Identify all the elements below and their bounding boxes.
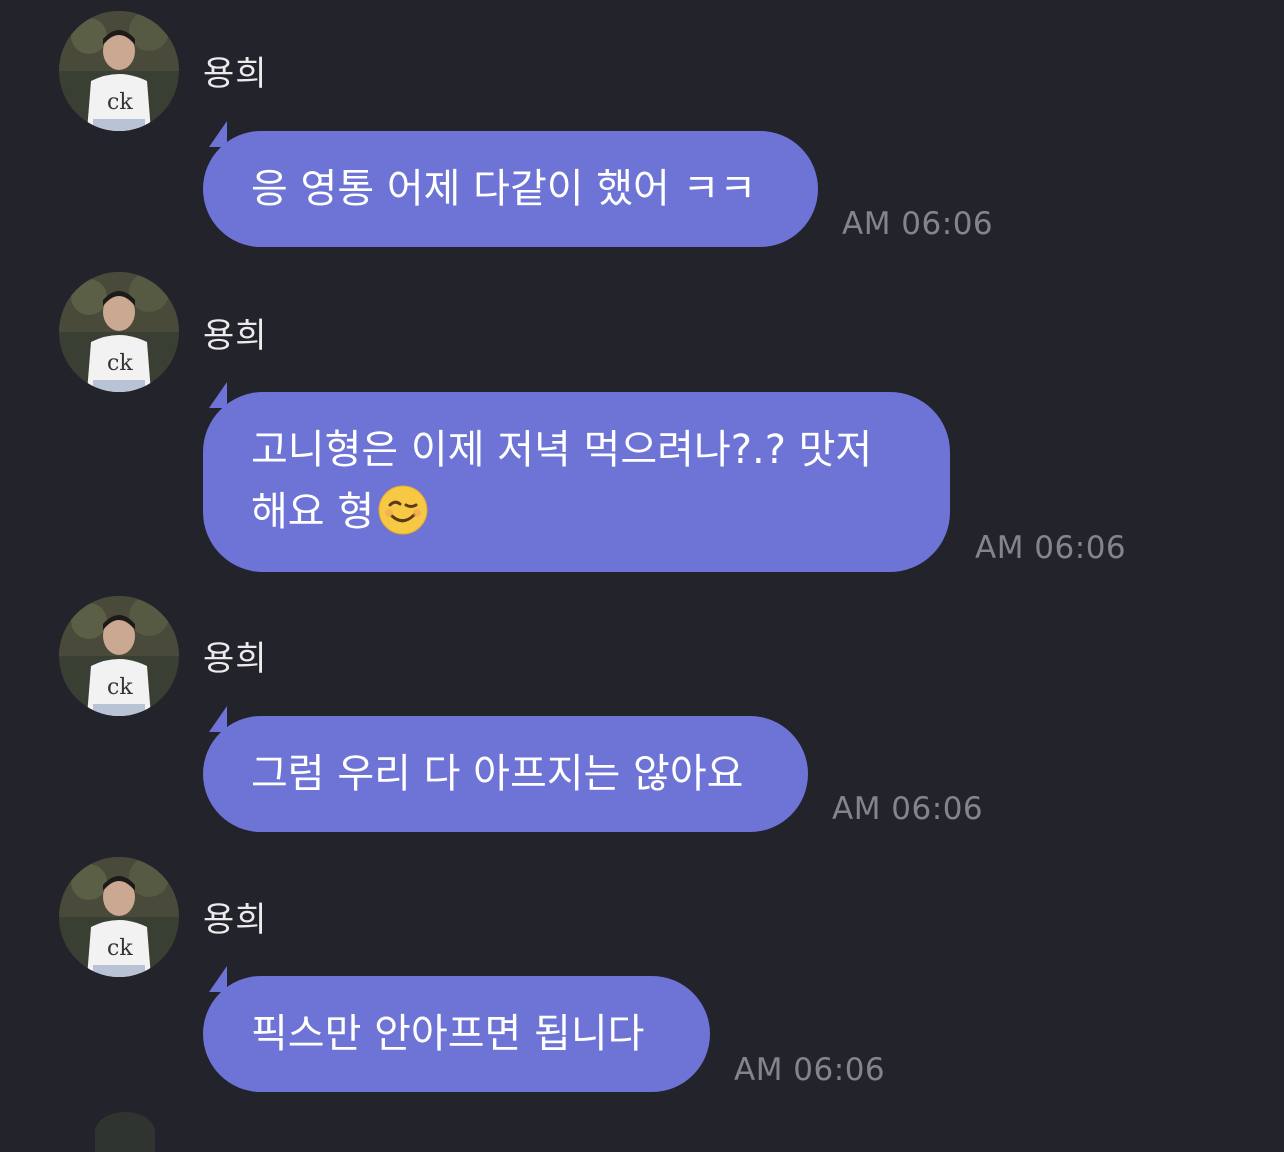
avatar[interactable]: ck: [59, 11, 179, 131]
svg-text:ck: ck: [107, 936, 133, 961]
message-text: 응 영통 어제 다같이 했어 ㅋㅋ: [251, 166, 757, 212]
avatar[interactable]: ck: [59, 272, 179, 392]
message-bubble[interactable]: 그럼 우리 다 아프지는 않아요: [203, 716, 808, 832]
message-bubble[interactable]: 픽스만 안아프면 됩니다: [203, 976, 710, 1092]
avatar[interactable]: [95, 1112, 155, 1152]
svg-text:ck: ck: [107, 90, 133, 115]
avatar[interactable]: ck: [59, 596, 179, 716]
svg-text:ck: ck: [107, 351, 133, 376]
avatar[interactable]: ck: [59, 857, 179, 977]
message-text-line: 고니형은 이제 저녁 먹으려나?.? 맛저: [251, 427, 873, 473]
message-timestamp: AM 06:06: [975, 530, 1127, 566]
sender-name: 용희: [203, 639, 268, 679]
message-bubble[interactable]: 응 영통 어제 다같이 했어 ㅋㅋ: [203, 131, 818, 247]
message-text: 그럼 우리 다 아프지는 않아요: [251, 751, 744, 797]
message-bubble[interactable]: 고니형은 이제 저녁 먹으려나?.? 맛저 해요 형: [203, 392, 950, 572]
message-timestamp: AM 06:06: [832, 791, 984, 827]
sender-name: 용희: [203, 900, 268, 940]
winking-face-emoji-icon: [378, 485, 428, 535]
message-text: 픽스만 안아프면 됩니다: [251, 1011, 645, 1057]
message-text-line: 해요 형: [251, 481, 902, 543]
sender-name: 용희: [203, 54, 268, 94]
message-timestamp: AM 06:06: [734, 1052, 886, 1088]
svg-text:ck: ck: [107, 675, 133, 700]
message-timestamp: AM 06:06: [842, 206, 994, 242]
message-text: 해요 형: [251, 489, 375, 535]
sender-name: 용희: [203, 316, 268, 356]
